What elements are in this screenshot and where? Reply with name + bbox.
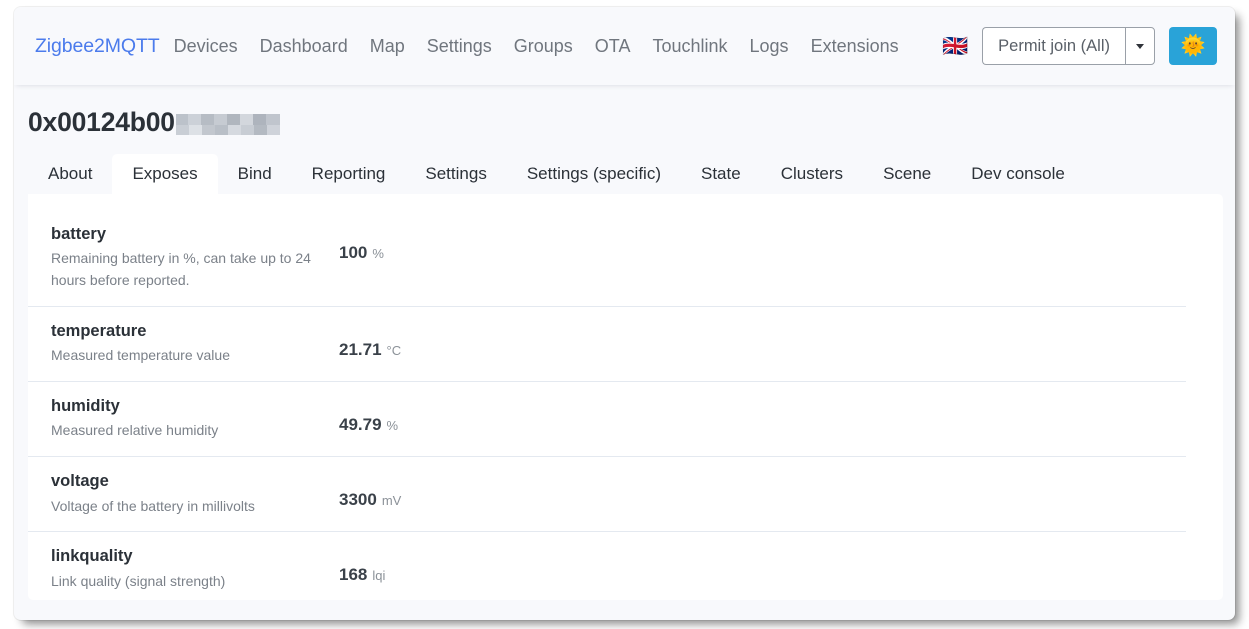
app-window: Zigbee2MQTT Devices Dashboard Map Settin… [14,7,1235,620]
expose-value-unit: % [372,245,384,261]
nav-link-settings[interactable]: Settings [427,36,492,57]
permit-join-button[interactable]: Permit join (All) [982,27,1125,65]
device-tabs: About Exposes Bind Reporting Settings Se… [14,152,1235,194]
expose-value-number: 168 [339,565,368,585]
expose-name: humidity [51,396,120,415]
device-address-text: 0x00124b00 [28,107,175,137]
tab-settings-specific[interactable]: Settings (specific) [507,154,681,194]
tab-about[interactable]: About [28,154,112,194]
expose-description: Measured relative humidity [51,422,219,439]
nav-link-devices[interactable]: Devices [174,36,238,57]
nav-link-map[interactable]: Map [370,36,405,57]
nav-link-touchlink[interactable]: Touchlink [652,36,727,57]
expose-info: temperature Measured temperature value [51,321,339,367]
expose-row-battery: battery Remaining battery in %, can take… [28,210,1186,307]
tab-state[interactable]: State [681,154,761,194]
tab-clusters[interactable]: Clusters [761,154,863,194]
expose-row-humidity: humidity Measured relative humidity 49.7… [28,382,1186,458]
expose-value-number: 3300 [339,490,377,510]
sun-icon: 🌞 [1180,35,1206,57]
expose-value: 100 % [339,224,384,261]
nav-link-ota[interactable]: OTA [595,36,631,57]
expose-info: battery Remaining battery in %, can take… [51,224,339,292]
nav-link-dashboard[interactable]: Dashboard [260,36,348,57]
expose-row-voltage: voltage Voltage of the battery in milliv… [28,457,1186,533]
expose-info: voltage Voltage of the battery in milliv… [51,471,339,517]
expose-row-temperature: temperature Measured temperature value 2… [28,307,1186,382]
expose-name: linkquality [51,547,133,566]
expose-name: voltage [51,472,109,491]
expose-description: Link quality (signal strength) [51,573,226,590]
brand-logo[interactable]: Zigbee2MQTT [35,35,160,58]
expose-value-unit: °C [386,342,402,358]
expose-info: linkquality Link quality (signal strengt… [51,546,339,592]
expose-value: 168 lqi [339,546,385,583]
expose-value-number: 100 [339,242,368,262]
permit-join-group: Permit join (All) [982,27,1155,65]
nav-links: Devices Dashboard Map Settings Groups OT… [174,36,899,57]
navbar-right-controls: 🇬🇧 Permit join (All) 🌞 [942,7,1217,85]
expose-value-unit: mV [381,493,402,509]
top-navbar: Zigbee2MQTT Devices Dashboard Map Settin… [14,7,1235,85]
expose-row-linkquality: linkquality Link quality (signal strengt… [28,532,1186,599]
expose-info: humidity Measured relative humidity [51,396,339,442]
expose-description: Measured temperature value [51,347,230,364]
tab-bind[interactable]: Bind [218,154,292,194]
expose-name: temperature [51,321,147,340]
expose-name: battery [51,224,107,243]
expose-value: 3300 mV [339,471,401,508]
expose-value-unit: % [386,417,399,433]
expose-value-unit: lqi [372,568,386,584]
nav-link-extensions[interactable]: Extensions [811,36,899,57]
expose-value: 49.79 % [339,396,398,433]
nav-link-groups[interactable]: Groups [514,36,573,57]
uk-flag-icon[interactable]: 🇬🇧 [942,36,968,57]
tab-settings[interactable]: Settings [405,154,506,194]
permit-join-dropdown-toggle[interactable] [1125,27,1155,65]
tab-exposes[interactable]: Exposes [112,153,218,194]
expose-description: Voltage of the battery in millivolts [51,497,255,514]
expose-description: Remaining battery in %, can take up to 2… [51,250,311,288]
redacted-device-id [175,113,280,135]
exposes-card: battery Remaining battery in %, can take… [28,193,1223,600]
expose-value: 21.71 °C [339,321,401,358]
page-title: 0x00124b00 [14,85,1235,136]
tab-scene[interactable]: Scene [863,154,951,194]
expose-value-number: 21.71 [339,339,382,359]
tab-reporting[interactable]: Reporting [292,154,406,194]
expose-value-number: 49.79 [339,414,382,434]
tab-dev-console[interactable]: Dev console [951,154,1085,194]
nav-link-logs[interactable]: Logs [750,36,789,57]
theme-toggle-button[interactable]: 🌞 [1169,27,1217,65]
chevron-down-icon [1136,43,1144,49]
